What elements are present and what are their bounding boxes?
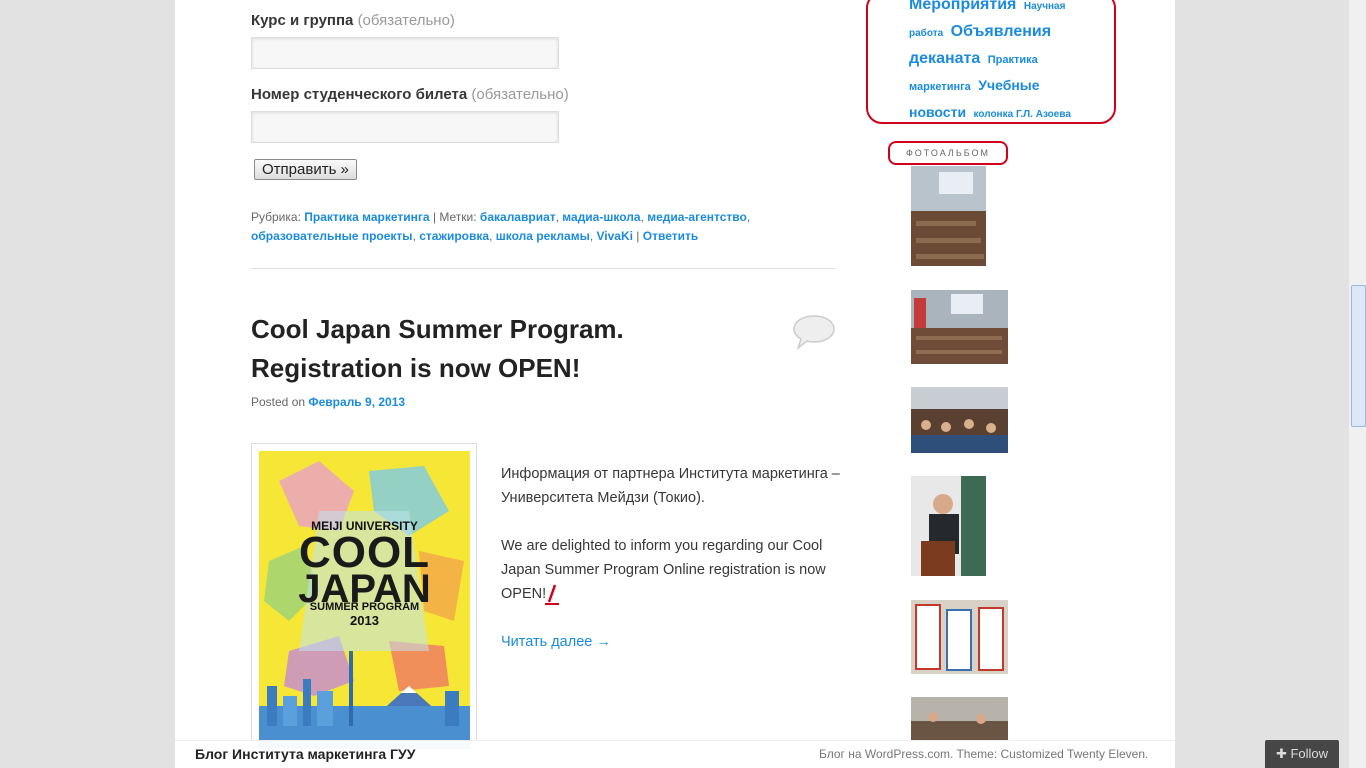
photo-thumbnail[interactable] (911, 166, 986, 266)
footer-credit[interactable]: Блог на WordPress.com. Theme: Customized… (819, 747, 1148, 761)
student-id-input[interactable] (251, 111, 559, 143)
comment-bubble-icon[interactable] (792, 314, 836, 355)
photo-thumbnail[interactable] (911, 290, 1008, 364)
scrollbar-thumb[interactable] (1351, 285, 1366, 427)
excerpt-paragraph-ru: Информация от партнера Института маркети… (501, 466, 840, 506)
cool-japan-poster: MEIJI UNIVERSITY COOL JAPAN SUMMER PROGR… (259, 451, 470, 749)
tag-link[interactable]: образовательные проекты (251, 229, 413, 243)
follow-button[interactable]: ✚ Follow (1265, 740, 1339, 768)
poster-year: 2013 (350, 613, 379, 628)
tag-link[interactable]: бакалавриат (480, 210, 556, 224)
blog-title[interactable]: Блог Института маркетинга ГУУ (195, 746, 415, 762)
photo-album-title: ФОТОАЛЬБОМ (888, 141, 1008, 165)
course-group-input[interactable] (251, 37, 559, 69)
reply-link[interactable]: Ответить (643, 229, 698, 243)
course-group-label: Курс и группа (обязательно) (251, 12, 455, 29)
photo-thumbnail[interactable] (911, 387, 1008, 453)
annotation-mark (545, 584, 559, 605)
post-excerpt: Информация от партнера Института маркети… (501, 462, 841, 654)
photo-thumbnail[interactable] (911, 697, 1008, 741)
photo-thumbnail[interactable] (911, 476, 986, 576)
post-title[interactable]: Cool Japan Summer Program. Registration … (251, 310, 771, 388)
tag-cloud-item[interactable]: колонка Г.Л. Азоева (974, 109, 1071, 120)
tag-link[interactable]: стажировка (419, 229, 489, 243)
posted-on: Posted on Февраль 9, 2013 (251, 395, 406, 409)
student-id-label: Номер студенческого билета (обязательно) (251, 86, 569, 103)
post-date-link[interactable]: Февраль 9, 2013 (308, 395, 405, 409)
read-more-link[interactable]: Читать далее → (501, 634, 611, 650)
tag-link[interactable]: мадиа-школа (562, 210, 640, 224)
submit-button[interactable]: Отправить » (254, 159, 357, 180)
post-image-frame[interactable]: MEIJI UNIVERSITY COOL JAPAN SUMMER PROGR… (251, 443, 477, 755)
tag-link[interactable]: медиа-агентство (647, 210, 747, 224)
tag-link[interactable]: VivaKi (597, 229, 633, 243)
poster-program: SUMMER PROGRAM (309, 601, 420, 613)
divider (251, 268, 835, 269)
category-link[interactable]: Практика маркетинга (304, 210, 429, 224)
tag-cloud: Мероприятия Научная работа Объявления де… (909, 0, 1095, 127)
photo-thumbnail[interactable] (911, 600, 1008, 674)
post-meta: Рубрика: Практика маркетинга | Метки: ба… (251, 210, 751, 243)
tag-link[interactable]: школа рекламы (496, 229, 590, 243)
tag-cloud-item[interactable]: Мероприятия (909, 0, 1016, 13)
plus-icon: ✚ (1275, 746, 1287, 761)
